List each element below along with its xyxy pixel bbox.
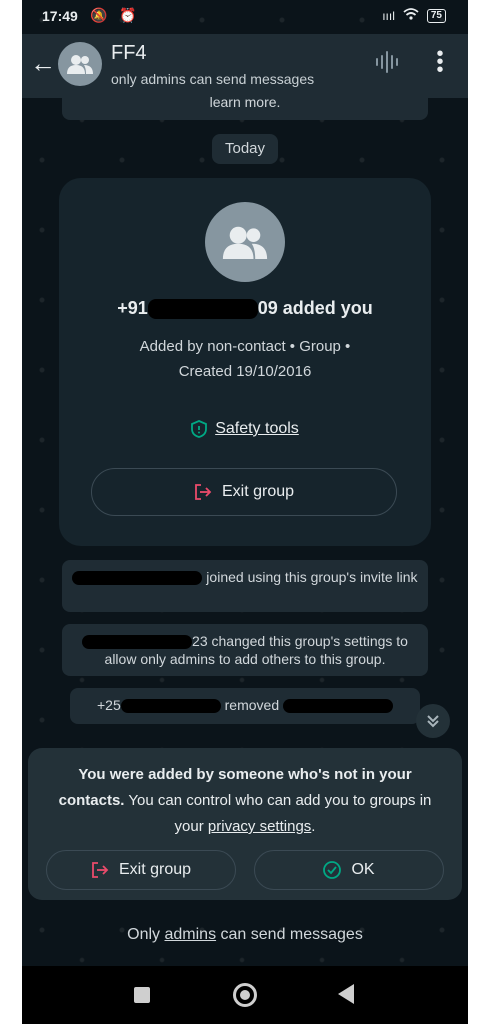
admins-link[interactable]: admins bbox=[165, 926, 217, 943]
status-icons: 🔕 ⏰ bbox=[90, 7, 141, 23]
removed-text: removed bbox=[220, 697, 283, 713]
phone-end: 09 bbox=[257, 298, 278, 318]
removed-start: +25 bbox=[97, 697, 121, 713]
system-nav-bar bbox=[22, 966, 468, 1024]
sheet-exit-group-button[interactable]: Exit group bbox=[46, 850, 236, 890]
redaction bbox=[72, 571, 203, 586]
date-chip: Today bbox=[212, 134, 278, 164]
added-suffix: added you bbox=[277, 298, 373, 318]
desc-line-1: Added by non-contact • Group • bbox=[139, 338, 351, 355]
group-icon bbox=[222, 226, 268, 259]
partial-message: learn more. bbox=[62, 92, 428, 120]
redaction bbox=[147, 299, 258, 320]
system-message-removed: +25 removed bbox=[70, 688, 420, 724]
exit-group-label: Exit group bbox=[221, 483, 295, 500]
chat-header: ← FF4 only admins can send messages • • • bbox=[22, 34, 468, 98]
group-icon bbox=[67, 55, 93, 74]
added-you-text: +91 09 added you bbox=[59, 298, 431, 320]
exit-icon bbox=[195, 484, 212, 500]
system-message-joined: joined using this group's invite link bbox=[62, 560, 428, 612]
notice-suffix: can send messages bbox=[216, 926, 363, 943]
recents-icon[interactable] bbox=[134, 987, 150, 1003]
system-message-settings: 23 changed this group's settings to allo… bbox=[62, 624, 428, 676]
joined-text: joined using this group's invite link bbox=[202, 569, 418, 585]
back-icon[interactable] bbox=[338, 984, 354, 1004]
group-info-card: +91 09 added you Added by non-contact • G… bbox=[59, 178, 431, 546]
privacy-settings-link[interactable]: privacy settings bbox=[208, 818, 311, 835]
redaction bbox=[120, 699, 221, 714]
chat-title[interactable]: FF4 bbox=[111, 42, 147, 65]
wifi-icon bbox=[403, 8, 419, 23]
ok-label: OK bbox=[351, 861, 375, 878]
phone-screen: 17:49 🔕 ⏰ ıııl 75 ← FF4 only admins can … bbox=[22, 0, 468, 1024]
non-contact-sheet: You were added by someone who's not in y… bbox=[28, 748, 462, 900]
only-admins-notice: Only admins can send messages bbox=[22, 926, 468, 944]
shield-icon bbox=[191, 420, 208, 438]
double-chevron-down-icon bbox=[427, 715, 439, 728]
status-time: 17:49 bbox=[42, 8, 78, 24]
back-arrow-icon[interactable]: ← bbox=[30, 48, 56, 79]
signal-icon: ıııl bbox=[382, 8, 395, 23]
sheet-end-text: . bbox=[311, 818, 316, 835]
sheet-message: You were added by someone who's not in y… bbox=[48, 762, 442, 840]
chat-subtitle[interactable]: only admins can send messages bbox=[111, 71, 314, 87]
check-circle-icon bbox=[323, 861, 342, 879]
phone-start: +91 bbox=[117, 298, 148, 318]
sheet-exit-label: Exit group bbox=[118, 861, 192, 878]
status-right: ıııl 75 bbox=[382, 8, 446, 23]
voice-chat-icon[interactable] bbox=[375, 50, 401, 79]
exit-icon bbox=[92, 862, 109, 878]
status-bar: 17:49 🔕 ⏰ ıııl 75 bbox=[22, 0, 468, 34]
group-avatar-large bbox=[205, 202, 285, 282]
redaction bbox=[82, 635, 193, 650]
exit-group-button[interactable]: Exit group bbox=[91, 468, 397, 516]
scroll-down-button[interactable] bbox=[416, 704, 450, 738]
home-icon[interactable] bbox=[233, 983, 257, 1007]
ok-button[interactable]: OK bbox=[254, 850, 444, 890]
notice-prefix: Only bbox=[127, 926, 165, 943]
desc-line-2: Created 19/10/2016 bbox=[178, 363, 312, 380]
partial-message-text: learn more. bbox=[209, 94, 281, 110]
more-options-icon[interactable]: • • • bbox=[430, 44, 450, 80]
redaction bbox=[283, 699, 393, 714]
group-avatar[interactable] bbox=[58, 42, 102, 86]
battery-icon: 75 bbox=[426, 8, 446, 23]
safety-tools-link[interactable]: Safety tools bbox=[59, 420, 431, 438]
safety-tools-label: Safety tools bbox=[215, 420, 299, 438]
group-description: Added by non-contact • Group • Created 1… bbox=[99, 334, 391, 384]
